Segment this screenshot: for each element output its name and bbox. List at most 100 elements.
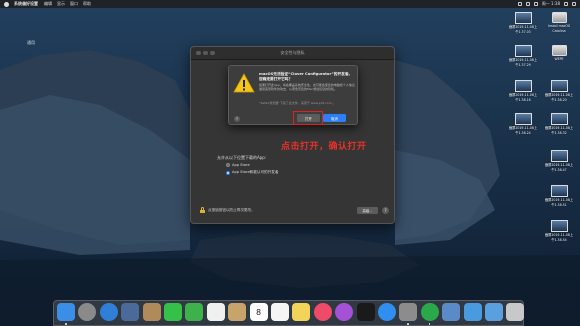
wifi-icon[interactable] [525,2,530,6]
desktop-screenshot-icon[interactable]: 截屏2019-11-08上 午1.38.54 [541,220,577,242]
calendar-icon[interactable]: 8 [249,303,268,321]
icon-caption: 午1.38.16 [515,98,531,102]
icon-caption: 截屏2019-11-08上 [544,93,574,97]
icon-caption: Catalina [552,29,566,33]
running-indicator [65,323,67,325]
apple-tv-icon[interactable] [356,303,375,321]
warning-icon [233,73,255,93]
notification-center-icon[interactable] [572,2,576,6]
radio-button[interactable] [226,163,230,167]
window-title: 安全性与隐私 [280,50,305,55]
radio-label: App Store和被认可的开发者 [232,170,279,174]
status-icon[interactable] [517,2,522,6]
screenshot-thumbnail [550,220,568,232]
screenshot-thumbnail [514,12,532,24]
desktop-drive-icon[interactable]: WEPE [541,45,577,61]
menu-view[interactable]: 显示 [57,1,65,7]
search-icon[interactable] [564,2,568,6]
menu-help[interactable]: 帮助 [83,1,91,7]
icon-caption: 截屏2019-11-08上 [508,58,538,62]
facetime-icon[interactable] [185,303,204,321]
help-button[interactable]: ? [382,207,389,214]
alert-help-button[interactable]: ? [234,116,240,122]
icon-caption: 截屏2019-11-08上 [508,93,538,97]
desktop-screenshot-icon[interactable]: 截屏2019-11-08上 午1.38.24 [505,113,541,135]
desktop-screenshot-icon[interactable]: 截屏2019-11-08上 午1.38.32 [541,113,577,135]
screenshot-thumbnail [514,45,532,57]
safari-icon[interactable] [99,303,118,321]
screenshot-thumbnail [514,80,532,92]
desktop-screenshot-icon[interactable]: 截屏2019-11-08上 午1.38.16 [505,80,541,102]
preview-icon[interactable] [442,303,461,321]
icon-caption: 截屏2019-11-08上 [508,25,538,29]
menu-clock[interactable]: 周一 1:38 [542,1,560,7]
lock-text: 点按锁按钮以防止再次更改。 [208,207,255,212]
menu-app-name[interactable]: 系统偏好设置 [14,1,38,7]
icon-caption: 截屏2019-11-08上 [544,126,574,130]
alert-body: 如果打开此App，将会覆盖系统安全性，这可能会使您的电脑和个人信息遭受恶意软件的… [259,83,355,91]
menu-edit[interactable]: 编辑 [44,1,52,7]
notes-contacts-icon[interactable] [228,303,247,321]
icon-caption: 截屏2019-11-08上 [544,233,574,237]
desktop-screenshot-icon[interactable]: 截屏2019-11-08上 午1.37.03 [505,12,541,34]
menu-bar: 系统偏好设置 编辑 显示 窗口 帮助 周一 1:38 [0,0,580,8]
running-indicator [407,323,409,325]
icon-caption: 截屏2019-11-08上 [508,126,538,130]
icon-caption: 午1.38.24 [515,131,531,135]
contacts-icon[interactable] [142,303,161,321]
window-titlebar: 安全性与隐私 [191,47,394,60]
icon-caption: 午1.38.51 [551,203,567,207]
instruction-annotation: 点击打开，确认打开 [281,142,367,152]
app-store-icon[interactable] [378,303,396,321]
notes-icon[interactable] [292,303,311,321]
icon-caption: Install macOS [548,24,570,28]
system-preferences-icon[interactable] [399,303,418,321]
allow-apps-label: 允许从以下位置下载的App: [217,155,267,160]
menu-window[interactable]: 窗口 [70,1,78,7]
lock-row[interactable]: 点按锁按钮以防止再次更改。 [200,207,255,213]
photos-app-icon[interactable] [121,303,140,321]
desktop-screenshot-icon[interactable]: 截屏2019-11-08上 午1.38.51 [541,185,577,207]
highlight-box [293,111,323,125]
icon-caption: 午1.38.54 [551,238,567,242]
icon-caption: 午1.38.32 [551,131,567,135]
photos-icon[interactable] [206,303,225,321]
advanced-button[interactable]: 高级... [357,207,378,214]
screenshot-thumbnail [550,185,568,197]
alert-source-text: “Safari浏览器”下载了此文件，来源于 www.pc6.com 。 [259,101,336,105]
messages-icon[interactable] [164,303,182,321]
trash-icon[interactable] [506,303,525,321]
lock-icon[interactable] [200,207,205,213]
alert-title: macOS无法验证“Clover Configurator”的开发者。您确定要打… [259,72,353,81]
general-label: 通用 [27,40,35,45]
icon-caption: WEPE [554,57,564,61]
screenshot-thumbnail [514,113,532,125]
icon-caption: 午1.38.20 [551,98,567,102]
radio-label: App Store [232,163,250,167]
radio-app-store[interactable]: App Store [226,163,250,167]
downloads-folder-icon[interactable] [463,303,482,321]
cancel-button[interactable]: 取消 [323,114,346,122]
screenshot-thumbnail [550,80,568,92]
icon-caption: 截屏2019-11-08上 [544,163,574,167]
battery-icon[interactable] [533,2,538,6]
icon-caption: 午1.37.29 [515,63,531,67]
desktop-screenshot-icon[interactable]: 截屏2019-11-08上 午1.38.47 [541,150,577,172]
reminders-icon[interactable] [271,303,289,321]
drive-icon [551,45,567,56]
radio-button-selected[interactable] [226,170,230,175]
radio-app-store-identified[interactable]: App Store和被认可的开发者 [226,170,278,175]
desktop-drive-icon[interactable]: Install macOS Catalina [541,12,577,33]
icon-caption: 午1.37.03 [515,30,531,34]
desktop-screenshot-icon[interactable]: 截屏2019-11-08上 午1.37.29 [505,45,541,67]
apple-menu-icon[interactable] [4,1,9,7]
desktop-screenshot-icon[interactable]: 截屏2019-11-08上 午1.38.20 [541,80,577,102]
finder-icon[interactable] [57,303,75,321]
screenshot-thumbnail [550,113,568,125]
documents-folder-icon[interactable] [485,303,503,321]
music-icon[interactable] [313,303,332,321]
icon-caption: 截屏2019-11-08上 [544,198,574,202]
calendar-day: 8 [256,307,262,317]
screenshot-thumbnail [550,150,568,162]
clover-icon[interactable] [420,303,439,321]
